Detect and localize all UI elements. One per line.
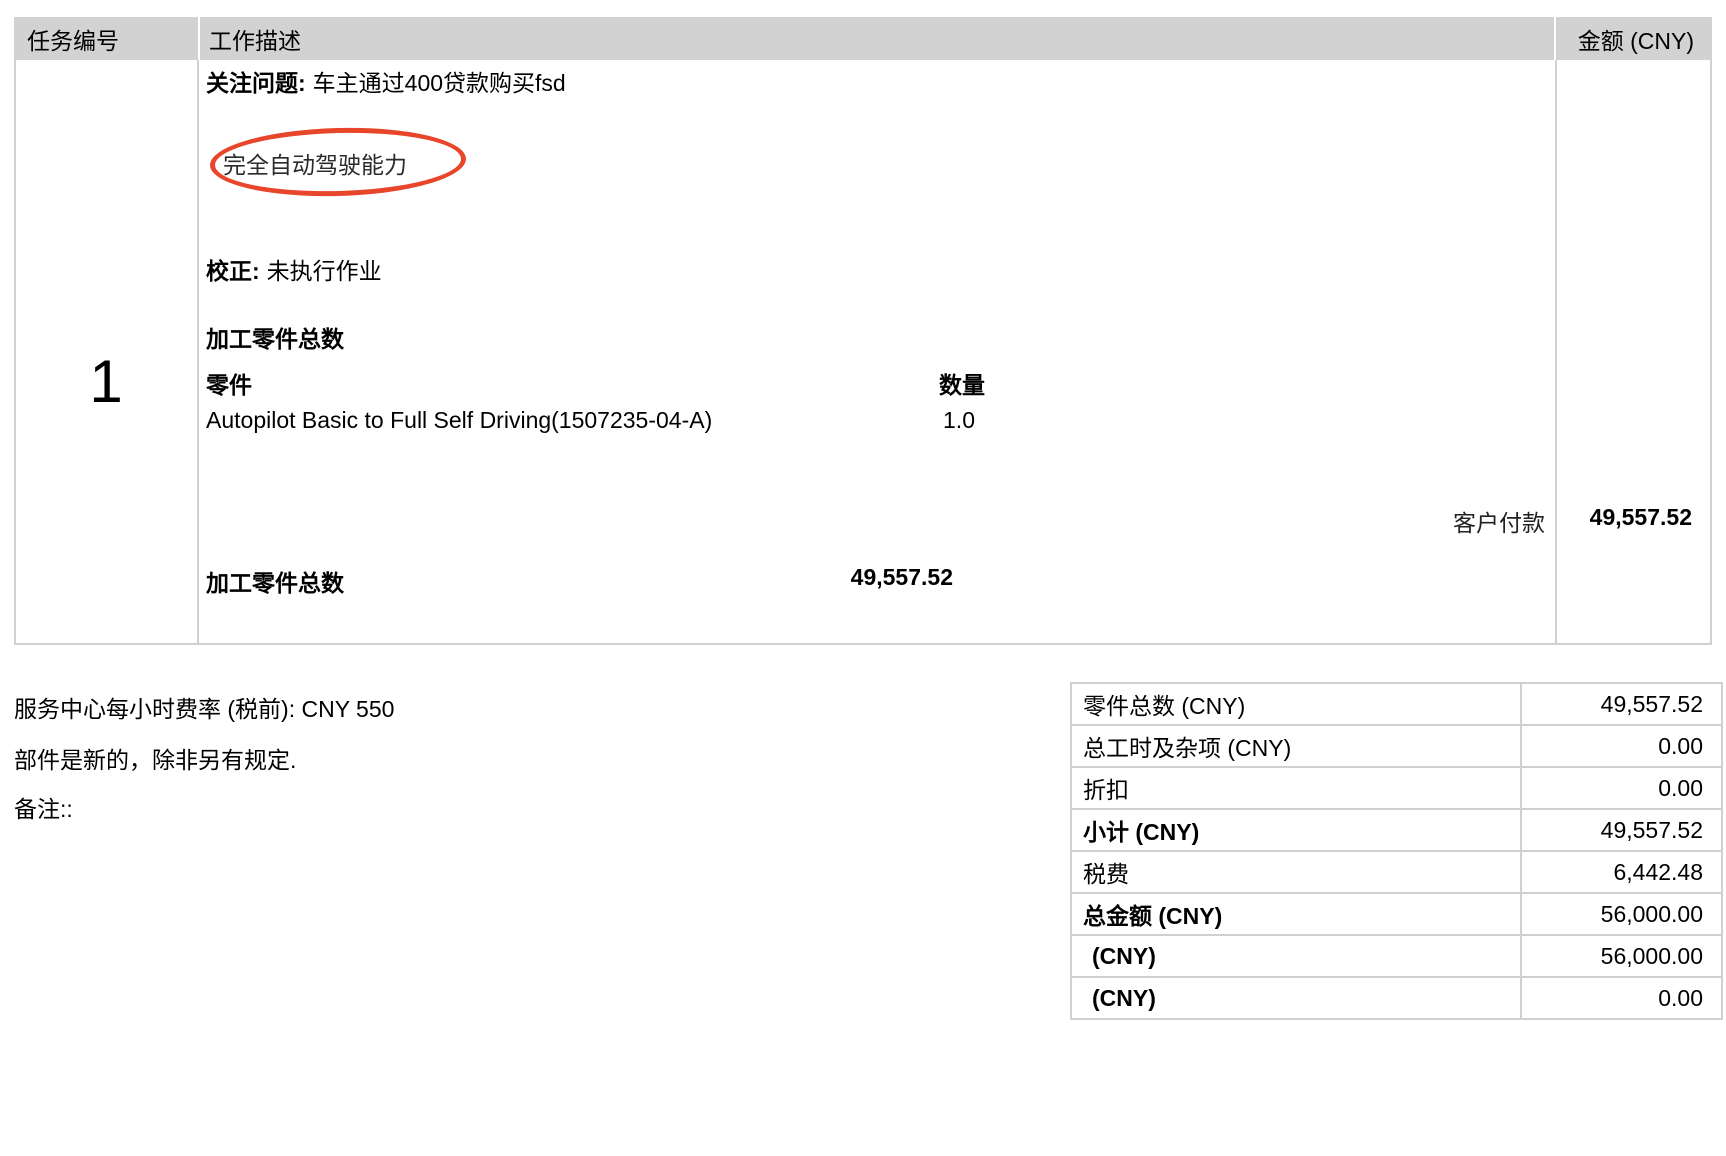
parts-total-row: 加工零件总数 49,557.52 — [206, 564, 953, 598]
parts-header-row: 零件 数量 — [206, 366, 985, 400]
summary-value: 6,442.48 — [1521, 851, 1722, 893]
correction-line: 校正: 未执行作业 — [206, 252, 382, 286]
correction-label: 校正: — [206, 258, 260, 284]
summary-value: 49,557.52 — [1521, 809, 1722, 851]
summary-value: 49,557.52 — [1521, 683, 1722, 725]
parts-section-title: 加工零件总数 — [206, 320, 344, 354]
summary-label: (CNY) — [1071, 935, 1521, 977]
summary-row-cny-due: (CNY) 0.00 — [1071, 977, 1722, 1019]
summary-totals-table: 零件总数 (CNY) 49,557.52 总工时及杂项 (CNY) 0.00 折… — [1070, 682, 1723, 1020]
summary-label: (CNY) — [1071, 977, 1521, 1019]
summary-label: 折扣 — [1071, 767, 1521, 809]
summary-row-tax: 税费 6,442.48 — [1071, 851, 1722, 893]
circled-text: 完全自动驾驶能力 — [223, 146, 407, 180]
summary-row-parts-total: 零件总数 (CNY) 49,557.52 — [1071, 683, 1722, 725]
service-invoice-page: { "colors": { "header_bg": "#d2d2d2", "b… — [0, 0, 1726, 1156]
header-task-number: 任务编号 — [14, 17, 198, 60]
summary-value: 56,000.00 — [1521, 935, 1722, 977]
summary-row-subtotal: 小计 (CNY) 49,557.52 — [1071, 809, 1722, 851]
task-number: 1 — [14, 352, 198, 412]
hourly-rate-note: 服务中心每小时费率 (税前): CNY 550 — [14, 690, 394, 724]
summary-row-discount: 折扣 0.00 — [1071, 767, 1722, 809]
summary-value: 0.00 — [1521, 767, 1722, 809]
customer-payment-amount: 49,557.52 — [1557, 504, 1692, 531]
correction-text: 未执行作业 — [267, 258, 382, 284]
column-divider-amount — [1555, 60, 1557, 645]
invoice-table-header: 任务编号 工作描述 金额 (CNY) — [14, 17, 1712, 60]
summary-label: 税费 — [1071, 851, 1521, 893]
concern-line: 关注问题: 车主通过400贷款购买fsd — [206, 64, 566, 98]
summary-row-cny-paid: (CNY) 56,000.00 — [1071, 935, 1722, 977]
summary-value: 0.00 — [1521, 725, 1722, 767]
parts-new-note: 部件是新的，除非另有规定. — [14, 741, 296, 775]
summary-label: 零件总数 (CNY) — [1071, 683, 1521, 725]
header-amount-cny-label: 金额 (CNY) — [1578, 22, 1694, 56]
part-row: Autopilot Basic to Full Self Driving(150… — [206, 407, 975, 434]
parts-total-label: 加工零件总数 — [206, 564, 344, 598]
summary-value: 0.00 — [1521, 977, 1722, 1019]
customer-payment-label: 客户付款 — [206, 504, 1545, 538]
parts-col-qty: 数量 — [939, 366, 985, 400]
header-work-description: 工作描述 — [200, 17, 1554, 60]
concern-label: 关注问题: — [206, 70, 306, 96]
remarks-label: 备注:: — [14, 790, 73, 824]
summary-label: 小计 (CNY) — [1071, 809, 1521, 851]
part-qty: 1.0 — [943, 407, 975, 434]
parts-total-amount: 49,557.52 — [851, 564, 953, 598]
summary-label: 总工时及杂项 (CNY) — [1071, 725, 1521, 767]
summary-value: 56,000.00 — [1521, 893, 1722, 935]
header-work-description-label: 工作描述 — [209, 22, 301, 56]
concern-text: 车主通过400贷款购买fsd — [313, 70, 566, 96]
header-amount-cny: 金额 (CNY) — [1556, 17, 1712, 60]
header-task-number-label: 任务编号 — [27, 22, 119, 56]
summary-row-grand-total: 总金额 (CNY) 56,000.00 — [1071, 893, 1722, 935]
summary-row-labor-misc: 总工时及杂项 (CNY) 0.00 — [1071, 725, 1722, 767]
parts-col-part: 零件 — [206, 366, 252, 400]
summary-label: 总金额 (CNY) — [1071, 893, 1521, 935]
part-name: Autopilot Basic to Full Self Driving(150… — [206, 407, 712, 434]
